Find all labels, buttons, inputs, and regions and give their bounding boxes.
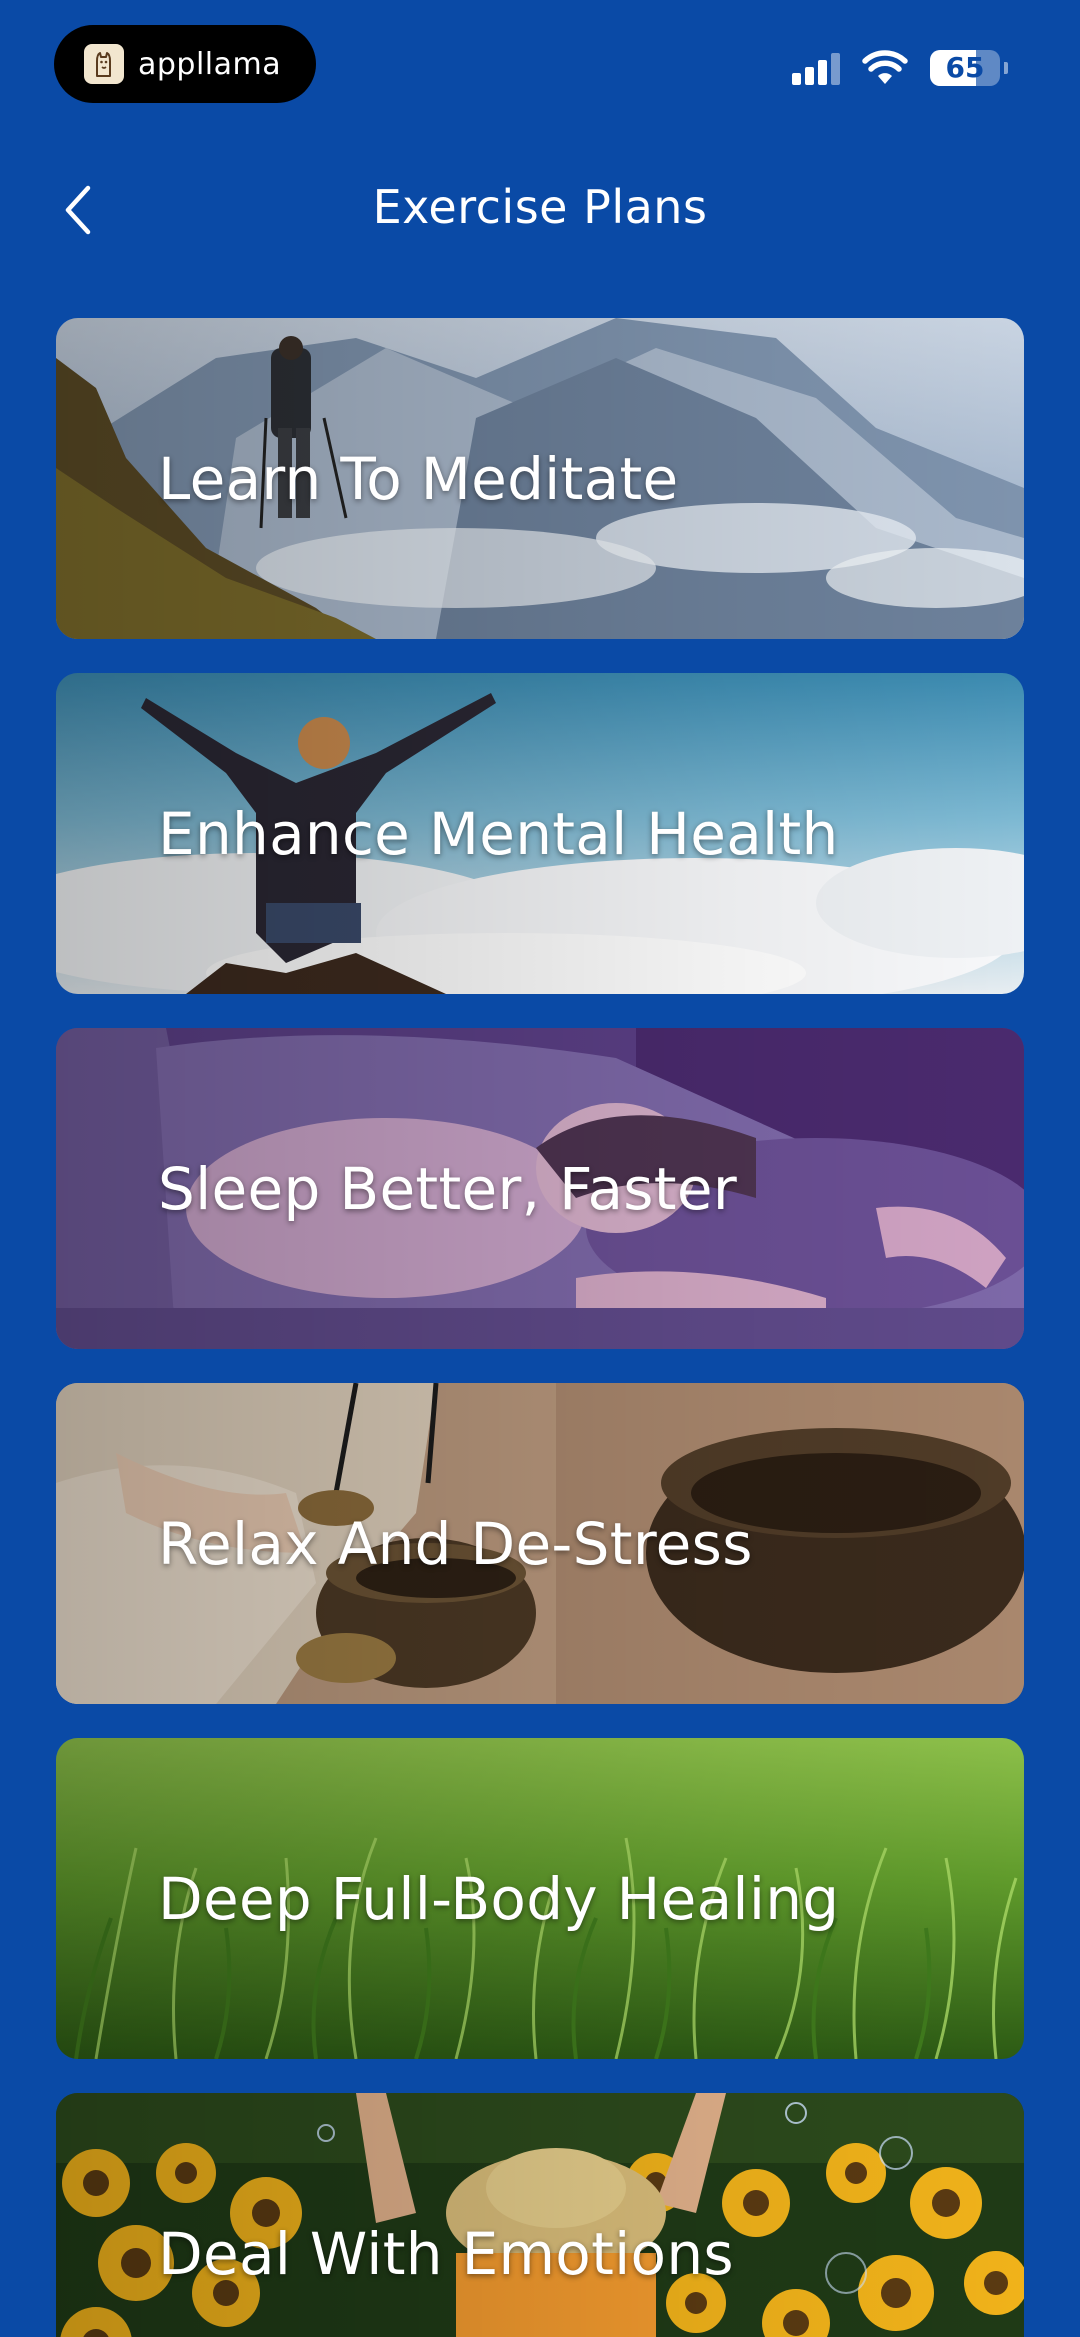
plan-title: Deep Full-Body Healing: [158, 1864, 840, 1933]
plan-title: Relax And De-Stress: [158, 1509, 753, 1578]
plan-title: Enhance Mental Health: [158, 799, 839, 868]
nav-header: Exercise Plans: [0, 160, 1080, 260]
plan-title: Deal With Emotions: [158, 2219, 734, 2288]
plan-card-deep-full-body-healing[interactable]: Deep Full-Body Healing: [56, 1738, 1024, 2059]
page-title: Exercise Plans: [372, 180, 708, 234]
status-icons: 65: [792, 50, 1008, 86]
plan-card-relax-and-de-stress[interactable]: Relax And De-Stress: [56, 1383, 1024, 1704]
battery-tip: [1004, 62, 1008, 74]
plan-card-sleep-better-faster[interactable]: Sleep Better, Faster: [56, 1028, 1024, 1349]
plan-title: Learn To Meditate: [158, 444, 679, 513]
plan-card-deal-with-emotions[interactable]: Deal With Emotions: [56, 2093, 1024, 2337]
plan-title: Sleep Better, Faster: [158, 1154, 737, 1223]
battery-icon: 65: [930, 50, 1000, 86]
exercise-plans-screen: appllama 65 Exercise Plans Learn To Medi…: [0, 0, 1080, 2337]
plan-card-enhance-mental-health[interactable]: Enhance Mental Health: [56, 673, 1024, 994]
app-name: appllama: [138, 46, 282, 82]
battery-level: 65: [945, 51, 985, 84]
llama-logo-icon: [84, 44, 124, 84]
plan-list: Learn To Meditate Enhance Mental Health …: [56, 318, 1024, 2337]
cellular-signal-icon: [792, 51, 840, 85]
app-indicator-pill[interactable]: appllama: [54, 25, 316, 103]
status-bar: appllama 65: [0, 0, 1080, 120]
wifi-icon: [862, 50, 908, 86]
plan-card-learn-to-meditate[interactable]: Learn To Meditate: [56, 318, 1024, 639]
